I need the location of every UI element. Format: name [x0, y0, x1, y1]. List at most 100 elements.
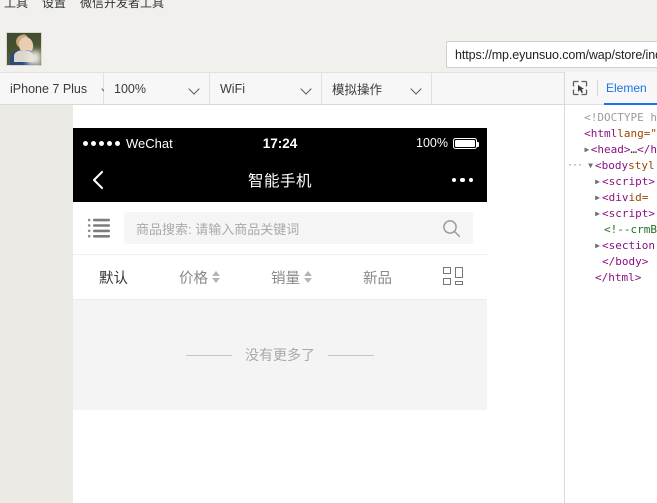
filter-tab-label: 销量 — [271, 270, 300, 287]
dom-tree[interactable]: <!DOCTYPE h <html lang=" ▶ <head>… </h ··· ▼ <b… — [565, 105, 657, 286]
carrier-label: WeChat — [126, 135, 173, 151]
dom-token: id= — [628, 191, 649, 204]
chevron-down-icon — [190, 84, 199, 93]
dom-token: <body — [595, 159, 629, 172]
network-select-label: WiFi — [220, 81, 245, 96]
phone-status-bar: WeChat 17:24 100% — [73, 128, 487, 158]
dom-tree-row[interactable]: ▶ <script> — [565, 174, 657, 190]
url-text: https://mp.eyunsuo.com/wap/store/ind — [455, 47, 657, 62]
search-placeholder: 商品搜索: 请输入商品关键词 — [136, 221, 300, 237]
simulate-action-select[interactable]: 模拟操作 — [322, 73, 432, 104]
dom-token: … — [630, 143, 638, 156]
dom-token: <div — [602, 191, 629, 204]
filter-tab-0[interactable]: 默认 — [99, 267, 128, 288]
grid-layout-icon[interactable] — [443, 267, 465, 287]
chevron-left-icon[interactable] — [87, 169, 109, 191]
simulate-action-label: 模拟操作 — [332, 83, 383, 97]
filter-tab-label: 价格 — [179, 270, 208, 287]
dom-token: <script> — [602, 207, 655, 220]
device-select[interactable]: iPhone 7 Plus — [0, 73, 104, 104]
more-dots-icon[interactable] — [451, 177, 473, 183]
dom-token: <!--crmB — [604, 223, 657, 236]
chevron-down-icon — [412, 84, 421, 93]
dom-tree-row[interactable]: <!DOCTYPE h — [565, 110, 657, 126]
dom-tree-row[interactable]: ▶ <div id= — [565, 190, 657, 206]
signal-strength-icon — [83, 140, 120, 146]
phone-simulator: WeChat 17:24 100% 智能手机 商品搜索: 请输入商品关键词 默认… — [73, 128, 487, 503]
sort-arrows-icon[interactable] — [212, 271, 220, 283]
filter-tab-2[interactable]: 销量 — [271, 267, 312, 288]
simulator-toolbar: iPhone 7 Plus 100% WiFi 模拟操作 — [0, 72, 657, 105]
avatar[interactable] — [6, 32, 42, 66]
dom-tree-row[interactable]: <html lang=" — [565, 126, 657, 142]
empty-state-line-right — [328, 354, 374, 356]
signal-dot — [91, 140, 96, 146]
dom-token: <html — [584, 127, 618, 140]
dom-tree-row[interactable]: </body> — [565, 254, 657, 270]
empty-state: 没有更多了 — [186, 345, 374, 365]
filter-tab-3[interactable]: 新品 — [363, 267, 392, 288]
signal-dot — [115, 140, 120, 146]
category-list-icon[interactable] — [87, 217, 112, 239]
dom-token: <script> — [602, 175, 655, 188]
tab-elements[interactable]: Elemen — [604, 72, 657, 105]
devtools-simulator-window: 工具 设置 微信开发者工具 https://mp.eyunsuo.com/wap/s… — [0, 0, 657, 503]
search-input[interactable]: 商品搜索: 请输入商品关键词 — [124, 212, 473, 244]
empty-state-line-left — [186, 354, 232, 356]
devtools-panel: Elemen <!DOCTYPE h <html lang=" ▶ <head>… </… — [564, 72, 657, 503]
app-menu-bar: 工具 设置 微信开发者工具 — [0, 0, 657, 13]
disclosure-triangle-icon[interactable]: ▶ — [593, 238, 602, 254]
dom-token: <!DOCTYPE h — [584, 111, 657, 124]
devtools-tabbar: Elemen — [565, 72, 657, 105]
dom-token: </h — [637, 143, 657, 156]
sort-arrows-icon[interactable] — [304, 271, 312, 283]
filter-tab-label: 新品 — [363, 270, 392, 287]
dom-tree-row[interactable]: <!--crmB — [565, 222, 657, 238]
magnifier-icon[interactable] — [442, 219, 461, 238]
menu-item-2[interactable]: 微信开发者工具 — [80, 0, 164, 11]
dom-token: </html> — [595, 271, 642, 284]
dom-token: <head> — [590, 143, 631, 156]
signal-dot — [83, 140, 88, 146]
dom-tree-row[interactable]: ▶ <head>… </h — [565, 142, 657, 158]
disclosure-triangle-icon[interactable]: ▶ — [593, 190, 602, 206]
dom-token: </body> — [602, 255, 649, 268]
dom-tree-row[interactable]: ··· ▼ <body styl — [565, 158, 657, 174]
page-title: 智能手机 — [247, 173, 313, 190]
phone-nav-bar: 智能手机 — [73, 158, 487, 202]
menu-item-0[interactable]: 工具 — [4, 0, 28, 11]
network-select[interactable]: WiFi — [210, 73, 322, 104]
dom-tree-row[interactable]: ▶ <section — [565, 238, 657, 254]
status-bar-right: 100% — [416, 136, 479, 150]
signal-dot — [99, 140, 104, 146]
dom-token: lang=" — [617, 127, 657, 140]
page-bottom-blank — [73, 410, 487, 503]
dom-token: styl — [628, 159, 655, 172]
device-select-label: iPhone 7 Plus — [10, 81, 88, 96]
sort-filter-bar: 默认 价格 销量 新品 — [73, 254, 487, 300]
node-menu-icon[interactable]: ··· — [567, 158, 583, 174]
simulator-background — [0, 105, 73, 503]
disclosure-triangle-icon[interactable]: ▶ — [593, 174, 602, 190]
battery-icon — [453, 137, 479, 149]
disclosure-triangle-icon[interactable]: ▶ — [583, 142, 591, 158]
dom-token: <section — [602, 239, 655, 252]
dom-tree-row[interactable]: </html> — [565, 270, 657, 286]
browser-header: https://mp.eyunsuo.com/wap/store/ind — [0, 13, 657, 72]
status-bar-left: WeChat — [83, 136, 173, 151]
dom-tree-row[interactable]: ▶ <script> — [565, 206, 657, 222]
zoom-select-label: 100% — [114, 81, 146, 96]
url-bar[interactable]: https://mp.eyunsuo.com/wap/store/ind — [446, 41, 657, 68]
menu-item-1[interactable]: 设置 — [42, 0, 66, 11]
filter-tab-label: 默认 — [99, 270, 128, 287]
inspect-cursor-icon[interactable] — [569, 77, 591, 99]
search-row: 商品搜索: 请输入商品关键词 — [73, 202, 487, 254]
disclosure-triangle-icon[interactable]: ▶ — [593, 206, 602, 222]
empty-state-text: 没有更多了 — [245, 347, 315, 363]
chevron-down-icon — [302, 84, 311, 93]
signal-dot — [107, 140, 112, 146]
filter-tab-1[interactable]: 价格 — [179, 267, 220, 288]
disclosure-triangle-icon[interactable]: ▼ — [586, 158, 595, 174]
zoom-select[interactable]: 100% — [104, 73, 210, 104]
avatar-highlight — [27, 51, 41, 65]
